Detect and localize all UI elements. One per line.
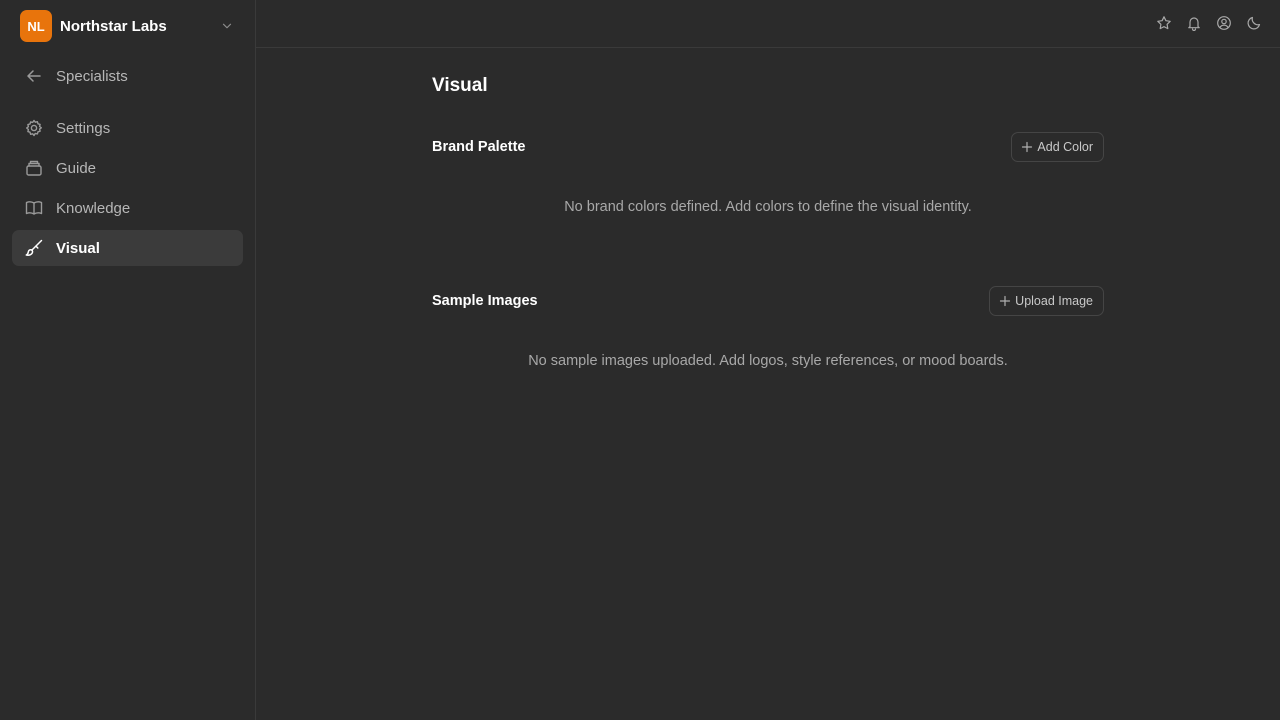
plus-icon xyxy=(999,295,1011,307)
sample-images-empty-text: No sample images uploaded. Add logos, st… xyxy=(528,353,1008,369)
sidebar-item-settings[interactable]: Settings xyxy=(12,110,243,146)
upload-image-button[interactable]: Upload Image xyxy=(989,286,1104,316)
sidebar-item-label: Settings xyxy=(56,119,111,137)
org-switcher[interactable]: NL Northstar Labs xyxy=(20,10,242,42)
bell-icon[interactable] xyxy=(1186,15,1202,31)
sidebar-item-knowledge[interactable]: Knowledge xyxy=(12,190,243,226)
plus-icon xyxy=(1021,141,1033,153)
sidebar: NL Northstar Labs Specialists Settings G… xyxy=(0,0,256,720)
sidebar-item-guide[interactable]: Guide xyxy=(12,150,243,186)
brand-palette-title: Brand Palette xyxy=(432,139,526,155)
upload-image-label: Upload Image xyxy=(1015,294,1093,308)
back-label: Specialists xyxy=(56,67,128,85)
add-color-button[interactable]: Add Color xyxy=(1011,132,1104,162)
book-icon xyxy=(24,198,44,218)
moon-icon[interactable] xyxy=(1246,15,1262,31)
sidebar-item-label: Knowledge xyxy=(56,199,131,217)
org-name: Northstar Labs xyxy=(60,17,167,35)
chevron-down-icon xyxy=(220,19,234,33)
star-icon[interactable] xyxy=(1156,15,1172,31)
sample-images-title: Sample Images xyxy=(432,293,538,309)
gear-icon xyxy=(24,118,44,138)
arrow-left-icon xyxy=(24,66,44,86)
back-to-specialists[interactable]: Specialists xyxy=(12,58,243,94)
brand-palette-empty-text: No brand colors defined. Add colors to d… xyxy=(564,199,972,215)
sidebar-item-visual[interactable]: Visual xyxy=(12,230,243,266)
add-color-label: Add Color xyxy=(1037,140,1093,154)
user-circle-icon[interactable] xyxy=(1216,15,1232,31)
sidebar-item-label: Guide xyxy=(56,159,97,177)
org-avatar: NL xyxy=(20,10,52,42)
archive-icon xyxy=(24,158,44,178)
brush-icon xyxy=(24,238,44,258)
page-title: Visual xyxy=(432,75,488,96)
top-bar xyxy=(256,0,1280,48)
sidebar-item-label: Visual xyxy=(56,239,100,257)
